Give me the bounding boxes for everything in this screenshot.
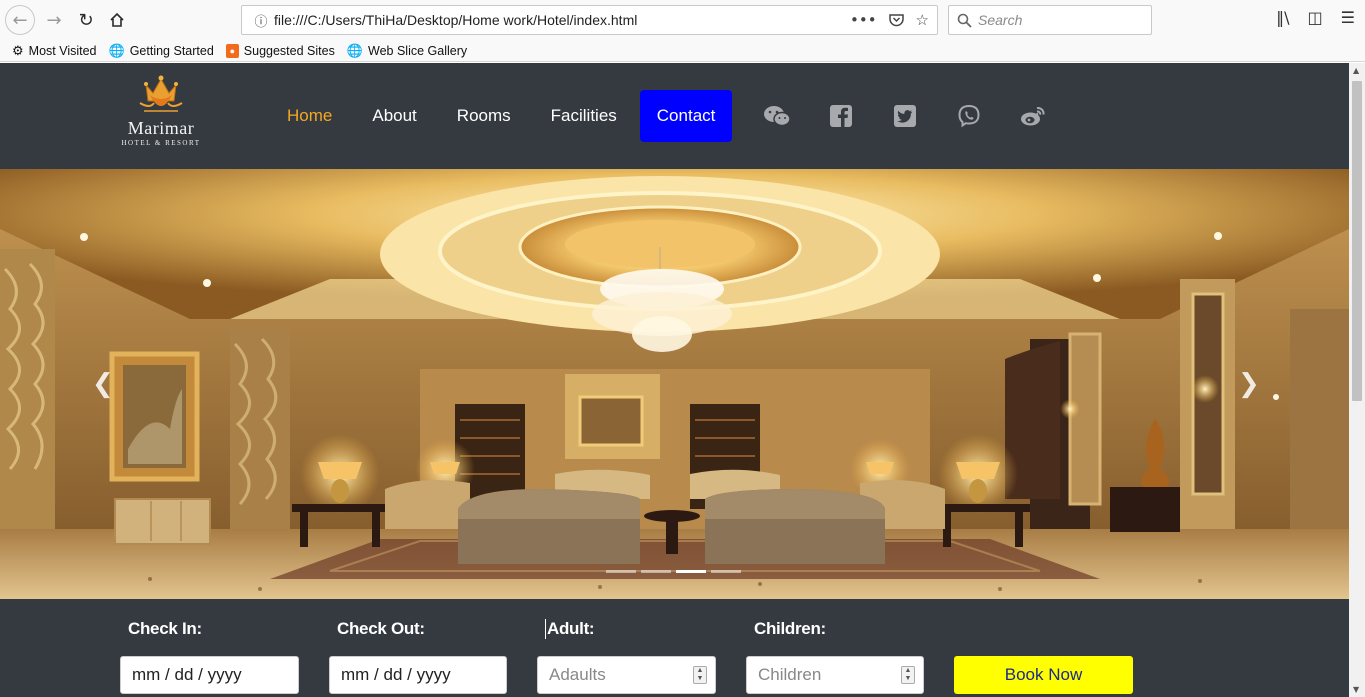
carousel-indicator[interactable]: [711, 570, 741, 573]
children-label: Children:: [754, 619, 826, 638]
adults-spinner[interactable]: ▲ ▼: [693, 666, 707, 684]
booking-form: Check In: Check Out: Adult: Children: mm…: [0, 599, 1349, 697]
nav-facilities[interactable]: Facilities: [534, 90, 634, 142]
adults-input[interactable]: Adaults ▲ ▼: [537, 656, 716, 694]
main-nav: Home About Rooms Facilities Contact: [270, 90, 1052, 142]
globe-icon: 🌐: [346, 42, 364, 58]
bookmark-web-slice-gallery[interactable]: 🌐 Web Slice Gallery: [347, 43, 467, 59]
carousel-indicator[interactable]: [606, 570, 636, 573]
nav-contact[interactable]: Contact: [639, 90, 733, 142]
site-header: Marimar HOTEL & RESORT Home About Rooms …: [0, 63, 1349, 169]
check-out-date-input[interactable]: mm / dd / yyyy: [329, 656, 507, 694]
bookmark-label: Web Slice Gallery: [368, 43, 468, 58]
sidebar-icon[interactable]: ◫: [1308, 8, 1323, 27]
bookmark-label: Most Visited: [28, 43, 97, 58]
adults-placeholder: Adaults: [549, 665, 606, 684]
scroll-down-icon[interactable]: ▼: [1353, 685, 1359, 694]
info-icon[interactable]: ⓘ: [248, 11, 274, 30]
suggested-sites-icon: ●: [225, 43, 239, 58]
viber-icon[interactable]: [950, 97, 988, 135]
hero-carousel: ❮ ❯: [0, 169, 1349, 599]
crown-logo-icon: [136, 73, 186, 119]
url-bar[interactable]: ⓘ file:///C:/Users/ThiHa/Desktop/Home wo…: [241, 5, 938, 35]
search-placeholder: Search: [978, 12, 1023, 28]
nav-home[interactable]: Home: [270, 90, 349, 142]
url-text[interactable]: file:///C:/Users/ThiHa/Desktop/Home work…: [274, 12, 850, 28]
site-logo[interactable]: Marimar HOTEL & RESORT: [118, 73, 204, 159]
gear-icon: ⚙: [12, 42, 24, 58]
carousel-indicator[interactable]: [641, 570, 671, 573]
nav-rooms[interactable]: Rooms: [440, 90, 528, 142]
bookmarks-bar: ⚙ Most Visited 🌐 Getting Started ● Sugge…: [0, 40, 1365, 62]
check-in-date-input[interactable]: mm / dd / yyyy: [120, 656, 299, 694]
carousel-indicator-active[interactable]: [676, 570, 706, 573]
back-arrow-icon: ←: [12, 9, 28, 31]
facebook-icon[interactable]: [822, 97, 860, 135]
back-button[interactable]: ←: [5, 5, 35, 35]
browser-toolbar: ← → ↻ ⓘ file:///C:/Users/ThiHa/Desktop/H…: [0, 0, 1365, 40]
carousel-prev-icon[interactable]: ❮: [92, 369, 114, 399]
children-input[interactable]: Children ▲ ▼: [746, 656, 924, 694]
globe-icon: 🌐: [108, 42, 125, 58]
bookmark-getting-started[interactable]: 🌐 Getting Started: [109, 43, 214, 59]
twitter-icon[interactable]: [886, 97, 924, 135]
page-actions-icon[interactable]: •••: [850, 11, 877, 29]
children-placeholder: Children: [758, 665, 822, 684]
bookmark-star-icon[interactable]: ☆: [916, 11, 929, 29]
check-in-label: Check In:: [128, 619, 202, 638]
wechat-icon[interactable]: [758, 97, 796, 135]
forward-arrow-icon: →: [46, 9, 62, 31]
library-icon[interactable]: ‖\: [1276, 8, 1289, 27]
forward-button[interactable]: →: [40, 6, 68, 34]
children-spinner[interactable]: ▲ ▼: [901, 666, 915, 684]
page-scrollbar[interactable]: ▲ ▼: [1349, 63, 1365, 697]
hotel-lobby-image: [0, 169, 1349, 599]
logo-name: Marimar: [127, 118, 195, 138]
search-input[interactable]: Search: [948, 5, 1152, 35]
carousel-indicators: [606, 570, 741, 573]
check-out-label: Check Out:: [337, 619, 425, 638]
menu-icon[interactable]: ☰: [1341, 8, 1355, 27]
page-viewport: Marimar HOTEL & RESORT Home About Rooms …: [0, 63, 1349, 697]
scroll-up-icon[interactable]: ▲: [1353, 66, 1359, 75]
bookmark-most-visited[interactable]: ⚙ Most Visited: [12, 43, 97, 59]
scrollbar-thumb[interactable]: [1352, 81, 1362, 401]
pocket-icon[interactable]: [888, 13, 904, 27]
bookmark-label: Suggested Sites: [243, 43, 335, 58]
nav-about[interactable]: About: [355, 90, 433, 142]
search-icon: [957, 13, 972, 28]
reload-button[interactable]: ↻: [72, 6, 100, 34]
home-icon: [110, 12, 124, 27]
reload-icon: ↻: [78, 9, 94, 31]
bookmark-suggested-sites[interactable]: ● Suggested Sites: [225, 43, 335, 58]
logo-subtitle: HOTEL & RESORT: [121, 139, 201, 147]
adult-label: Adult:: [545, 619, 595, 639]
weibo-icon[interactable]: [1014, 97, 1052, 135]
carousel-next-icon[interactable]: ❯: [1238, 369, 1260, 399]
home-button[interactable]: [103, 6, 131, 34]
book-now-button[interactable]: Book Now: [954, 656, 1133, 694]
bookmark-label: Getting Started: [129, 43, 214, 58]
social-links: [758, 97, 1052, 135]
